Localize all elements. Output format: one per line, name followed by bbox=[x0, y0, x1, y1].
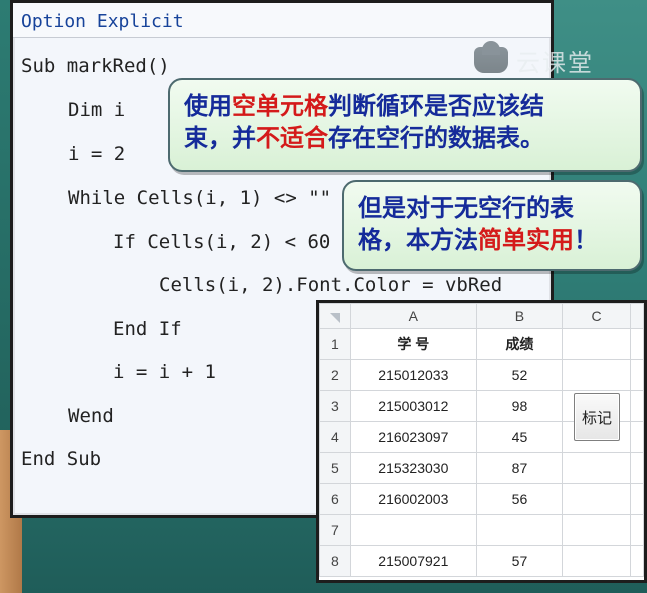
cloud-icon bbox=[474, 41, 508, 73]
cell-a8[interactable]: 215007921 bbox=[349, 545, 477, 577]
column-header-row: A B C bbox=[319, 303, 644, 329]
watermark: 云课堂 bbox=[474, 41, 594, 78]
code-line-while: While Cells(i, 1) <> "" bbox=[68, 187, 332, 209]
callout-empty-cell-warning: 使用空单元格判断循环是否应该结 束，并不适合存在空行的数据表。 bbox=[168, 78, 642, 172]
code-line-dim: Dim i bbox=[68, 99, 126, 121]
cell-c7[interactable] bbox=[561, 514, 632, 546]
callout-1-text-a: 使用 bbox=[184, 92, 232, 120]
cell-d1[interactable] bbox=[630, 328, 644, 360]
cell-d4[interactable] bbox=[630, 421, 644, 453]
cell-b5[interactable]: 87 bbox=[475, 452, 563, 484]
code-line-font-color: Cells(i, 2).Font.Color = vbRed bbox=[159, 274, 503, 296]
code-line-endif: End If bbox=[113, 318, 182, 340]
row-header[interactable]: 4 bbox=[319, 421, 351, 453]
table-row: 2 215012033 52 bbox=[319, 359, 644, 391]
callout-1-line-1: 使用空单元格判断循环是否应该结 bbox=[184, 90, 626, 122]
callout-2-line-2: 格，本方法简单实用！ bbox=[358, 224, 626, 256]
cell-d2[interactable] bbox=[630, 359, 644, 391]
callout-2-text-c: ！ bbox=[574, 226, 598, 255]
row-header[interactable]: 3 bbox=[319, 390, 351, 422]
cell-c6[interactable] bbox=[561, 483, 632, 515]
row-header[interactable]: 6 bbox=[319, 483, 351, 515]
cell-d8[interactable] bbox=[630, 545, 644, 577]
cell-b7[interactable] bbox=[475, 514, 563, 546]
callout-1-text-d: 束，并 bbox=[184, 124, 256, 153]
code-line-assign: i = 2 bbox=[68, 143, 126, 165]
cell-b3[interactable]: 98 bbox=[475, 390, 563, 422]
cell-b8[interactable]: 57 bbox=[475, 545, 563, 577]
row-header[interactable]: 2 bbox=[319, 359, 351, 391]
callout-1-highlight-not-suitable: 不适合 bbox=[256, 124, 328, 153]
code-line-sub: Sub markRed() bbox=[21, 55, 170, 77]
cell-a6[interactable]: 216002003 bbox=[349, 483, 477, 515]
callout-1-line-2: 束，并不适合存在空行的数据表。 bbox=[184, 122, 626, 154]
cell-c8[interactable] bbox=[561, 545, 632, 577]
code-line-wend: Wend bbox=[68, 405, 114, 427]
table-row: 6 216002003 56 bbox=[319, 483, 644, 515]
cell-a3[interactable]: 215003012 bbox=[349, 390, 477, 422]
code-line-endsub: End Sub bbox=[21, 448, 102, 470]
table-row: 1 学 号 成绩 bbox=[319, 328, 644, 360]
cell-a1[interactable]: 学 号 bbox=[349, 328, 477, 360]
callout-2-text-a: 格，本方法 bbox=[358, 226, 478, 255]
cell-d6[interactable] bbox=[630, 483, 644, 515]
table-row: 5 215323030 87 bbox=[319, 452, 644, 484]
cell-c1[interactable] bbox=[561, 328, 632, 360]
callout-1-text-e: 存在空行的数据表。 bbox=[328, 124, 544, 153]
cell-c2[interactable] bbox=[561, 359, 632, 391]
callout-2-highlight-simple-practical: 简单实用 bbox=[478, 226, 574, 255]
cell-b4[interactable]: 45 bbox=[475, 421, 563, 453]
callout-1-highlight-empty-cell: 空单元格 bbox=[232, 92, 328, 120]
cell-b6[interactable]: 56 bbox=[475, 483, 563, 515]
cell-b1[interactable]: 成绩 bbox=[475, 328, 563, 360]
callout-simple-practical: 但是对于无空行的表 格，本方法简单实用！ bbox=[342, 180, 642, 271]
select-all-corner[interactable] bbox=[319, 303, 351, 329]
row-header[interactable]: 7 bbox=[319, 514, 351, 546]
cell-a5[interactable]: 215323030 bbox=[349, 452, 477, 484]
cell-c5[interactable] bbox=[561, 452, 632, 484]
cell-d3[interactable] bbox=[630, 390, 644, 422]
cell-a2[interactable]: 215012033 bbox=[349, 359, 477, 391]
watermark-text: 云课堂 bbox=[516, 48, 594, 77]
column-header-partial bbox=[630, 303, 644, 329]
cell-b2[interactable]: 52 bbox=[475, 359, 563, 391]
column-header-c[interactable]: C bbox=[561, 303, 632, 329]
table-row: 8 215007921 57 bbox=[319, 545, 644, 577]
callout-1-text-c: 判断循环是否应该结 bbox=[328, 92, 544, 120]
mark-button[interactable]: 标记 bbox=[574, 393, 620, 441]
column-header-b[interactable]: B bbox=[475, 303, 563, 329]
callout-2-line-1: 但是对于无空行的表 bbox=[358, 194, 574, 222]
corner-triangle-icon bbox=[329, 313, 340, 323]
cell-a4[interactable]: 216023097 bbox=[349, 421, 477, 453]
table-row: 7 bbox=[319, 514, 644, 546]
row-header[interactable]: 1 bbox=[319, 328, 351, 360]
excel-sheet[interactable]: A B C 1 学 号 成绩 2 215012033 52 3 21500301… bbox=[316, 300, 647, 583]
lecture-slide: Option Explicit Sub markRed() Dim i i = … bbox=[0, 0, 647, 593]
code-line-increment: i = i + 1 bbox=[113, 361, 216, 383]
cell-a7[interactable] bbox=[349, 514, 477, 546]
code-header-area: Option Explicit bbox=[13, 3, 551, 38]
cell-d5[interactable] bbox=[630, 452, 644, 484]
option-explicit-line: Option Explicit bbox=[21, 11, 184, 32]
row-header[interactable]: 5 bbox=[319, 452, 351, 484]
cell-d7[interactable] bbox=[630, 514, 644, 546]
column-header-a[interactable]: A bbox=[349, 303, 477, 329]
row-header[interactable]: 8 bbox=[319, 545, 351, 577]
